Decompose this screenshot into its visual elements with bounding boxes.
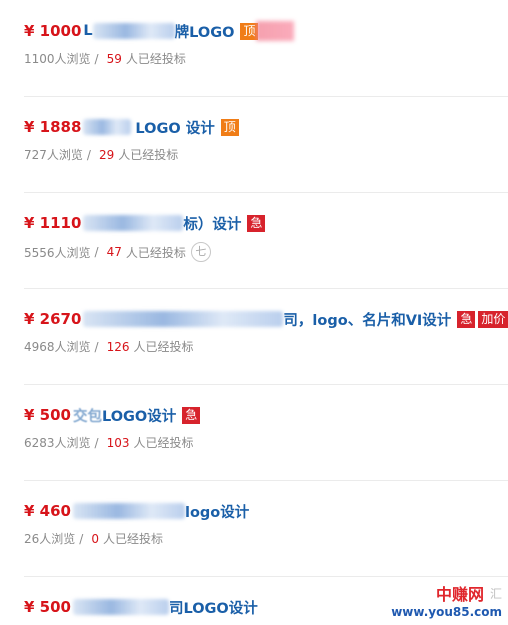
bid-count: 0 (91, 531, 99, 546)
title-suffix: logo设计 (184, 504, 250, 521)
task-stats: 4968人浏览 / 126 人已经投标 (24, 338, 194, 355)
redacted-text (83, 215, 184, 231)
view-count: 4968人浏览 (24, 340, 91, 354)
bid-count: 29 (98, 147, 115, 162)
bid-count: 59 (106, 51, 122, 66)
redacted-badge (256, 21, 295, 41)
list-item[interactable]: ¥ 460 logo设计 26人浏览 / 0 人已经投标 (24, 500, 508, 577)
price-label: ¥ 500 (24, 406, 71, 424)
task-title[interactable]: LOGO 设计 (83, 117, 215, 138)
task-stats: 26人浏览 / 0 人已经投标 (24, 530, 163, 547)
seven-day-icon: 七 (190, 242, 211, 262)
bid-label: 人已经投标 (125, 245, 186, 260)
bid-count: 47 (106, 245, 122, 259)
separator: / (94, 245, 99, 259)
redacted-text (72, 503, 185, 519)
list-item[interactable]: ¥ 2670 司，logo、名片和VI设计 急 加价 4968人浏览 / 126… (24, 308, 508, 385)
task-title[interactable]: 司，logo、名片和VI设计 (83, 309, 451, 330)
view-count: 1100人浏览 (24, 52, 91, 66)
task-title[interactable]: L 牌LOGO (83, 21, 234, 42)
task-title-line[interactable]: ¥ 2670 司，logo、名片和VI设计 急 加价 (24, 308, 508, 330)
redacted-text (92, 23, 175, 39)
redacted-text (72, 599, 169, 615)
task-title-line[interactable]: ¥ 500 司LOGO设计 (24, 596, 258, 618)
bid-count: 126 (106, 339, 130, 354)
bid-label: 人已经投标 (102, 532, 163, 546)
task-title[interactable]: logo设计 (72, 501, 250, 522)
task-title[interactable]: 交包 LOGO设计 (73, 405, 176, 426)
task-title-line[interactable]: ¥ 1000 L 牌LOGO 顶 (24, 20, 295, 42)
title-prefix: L (83, 23, 93, 39)
bid-label: 人已经投标 (133, 436, 194, 450)
price-label: ¥ 1000 (24, 22, 82, 40)
task-stats: 5556人浏览 / 47 人已经投标 七 (24, 242, 211, 262)
separator: / (79, 531, 84, 546)
task-title-line[interactable]: ¥ 460 logo设计 (24, 500, 249, 522)
title-prefix: 交包 (72, 408, 102, 425)
task-title[interactable]: 司LOGO设计 (72, 597, 258, 618)
price-label: ¥ 500 (24, 598, 71, 616)
task-stats: 727人浏览 / 29 人已经投标 (24, 146, 178, 163)
bid-count: 103 (106, 435, 130, 450)
title-suffix: 标）设计 (183, 216, 242, 233)
view-count: 6283人浏览 (24, 436, 91, 450)
task-title-line[interactable]: ¥ 1110 标）设计 急 (24, 212, 266, 234)
urgent-badge: 急 (182, 406, 201, 424)
title-suffix: LOGO设计 (101, 408, 177, 425)
watermark: 中赚网 汇 www.you85.com (391, 581, 502, 619)
watermark-subtitle: 汇 (489, 586, 502, 601)
urgent-badge: 急 (247, 214, 266, 232)
urgent-badge: 急 (457, 310, 476, 328)
watermark-title: 中赚网 (435, 585, 484, 604)
top-badge: 顶 (220, 118, 239, 136)
list-item[interactable]: ¥ 500 交包 LOGO设计 急 6283人浏览 / 103 人已经投标 (24, 404, 508, 481)
list-item[interactable]: ¥ 1888 LOGO 设计 顶 727人浏览 / 29 人已经投标 (24, 116, 508, 193)
task-stats: 1100人浏览 / 59 人已经投标 (24, 50, 186, 67)
watermark-url: www.you85.com (391, 605, 502, 619)
task-title-line[interactable]: ¥ 500 交包 LOGO设计 急 (24, 404, 201, 426)
price-label: ¥ 460 (24, 502, 71, 520)
title-suffix: 牌LOGO (174, 24, 235, 41)
raise-price-badge: 加价 (478, 310, 508, 328)
bid-label: 人已经投标 (133, 340, 194, 354)
separator: / (94, 51, 99, 66)
list-item[interactable]: ¥ 1110 标）设计 急 5556人浏览 / 47 人已经投标 七 (24, 212, 508, 289)
separator: / (94, 435, 99, 450)
redacted-text (83, 119, 132, 135)
price-label: ¥ 1888 (24, 118, 82, 136)
redacted-text (83, 311, 284, 327)
title-suffix: 司，logo、名片和VI设计 (283, 312, 452, 329)
bid-label: 人已经投标 (125, 52, 186, 66)
title-suffix: 司LOGO设计 (168, 600, 258, 617)
view-count: 26人浏览 (24, 532, 76, 546)
view-count: 727人浏览 (24, 148, 83, 162)
view-count: 5556人浏览 (24, 245, 91, 260)
price-label: ¥ 2670 (24, 310, 82, 328)
separator: / (86, 147, 91, 162)
task-title[interactable]: 标）设计 (83, 213, 241, 234)
price-label: ¥ 1110 (24, 214, 82, 232)
bid-label: 人已经投标 (118, 148, 179, 162)
task-title-line[interactable]: ¥ 1888 LOGO 设计 顶 (24, 116, 239, 138)
list-item[interactable]: ¥ 1000 L 牌LOGO 顶 1100人浏览 / 59 人已经投标 (24, 20, 508, 97)
separator: / (94, 339, 99, 354)
task-stats: 6283人浏览 / 103 人已经投标 (24, 434, 194, 451)
title-suffix: LOGO 设计 (135, 120, 215, 137)
